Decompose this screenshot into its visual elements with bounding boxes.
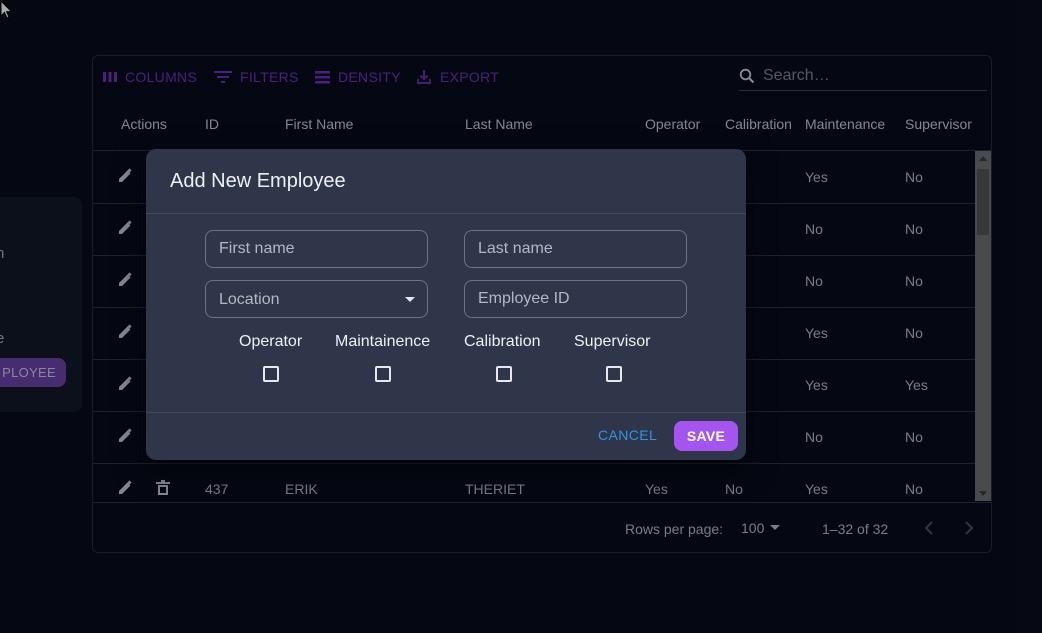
last-name-field[interactable] — [464, 230, 687, 268]
last-name-input[interactable] — [465, 231, 686, 267]
first-name-input[interactable] — [206, 231, 427, 267]
add-employee-dialog: Add New Employee Location Operator Maint… — [146, 149, 746, 460]
maintainence-checkbox[interactable] — [375, 366, 391, 382]
supervisor-checkbox[interactable] — [606, 366, 622, 382]
caret-down-icon — [405, 297, 415, 302]
first-name-field[interactable] — [205, 230, 428, 268]
divider — [146, 213, 746, 214]
save-button[interactable]: SAVE — [674, 421, 738, 451]
dialog-title: Add New Employee — [170, 170, 346, 192]
location-select[interactable]: Location — [205, 280, 428, 318]
operator-checkbox-label: Operator — [239, 333, 303, 350]
employee-id-input[interactable] — [465, 281, 686, 317]
location-placeholder: Location — [219, 291, 280, 308]
calibration-checkbox-label: Calibration — [464, 333, 541, 350]
calibration-checkbox[interactable] — [496, 366, 512, 382]
employee-id-field[interactable] — [464, 280, 687, 318]
operator-checkbox[interactable] — [263, 366, 279, 382]
supervisor-checkbox-label: Supervisor — [574, 333, 651, 350]
maintainence-checkbox-label: Maintainence — [335, 333, 431, 350]
divider — [146, 412, 746, 413]
cancel-button[interactable]: CANCEL — [598, 427, 657, 443]
